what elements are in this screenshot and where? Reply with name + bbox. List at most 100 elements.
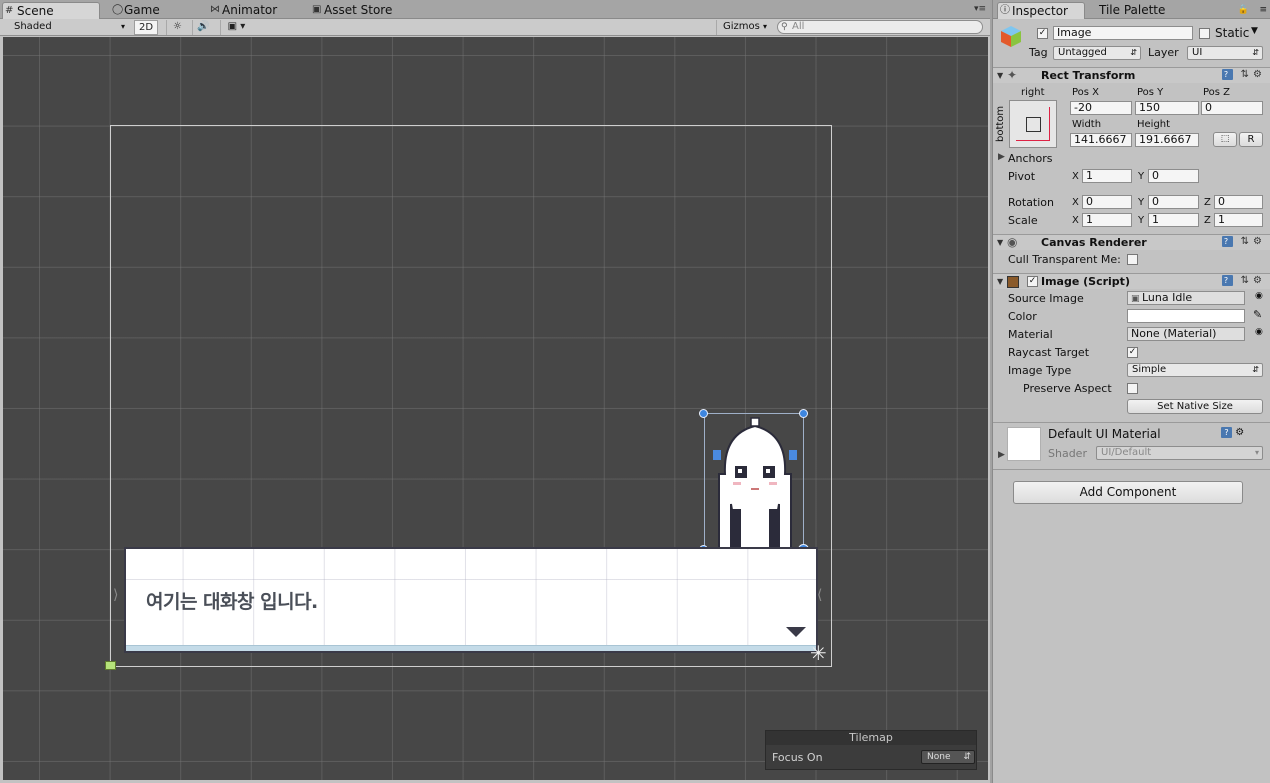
selected-image-rect[interactable] <box>704 413 804 552</box>
help-icon[interactable]: ? <box>1222 275 1234 286</box>
anchors-foldout-icon[interactable]: ▶ <box>998 152 1005 162</box>
add-component-label: Add Component <box>1079 485 1177 499</box>
tab-inspector[interactable]: ⓘ Inspector <box>997 2 1085 19</box>
material-foldout-icon[interactable]: ▶ <box>998 450 1005 460</box>
static-checkbox[interactable] <box>1199 28 1210 39</box>
anchor-presets-button[interactable] <box>1009 100 1057 148</box>
mode-2d-button[interactable]: 2D <box>134 20 158 35</box>
scale-x-value: 1 <box>1086 213 1093 226</box>
panel-menu-icon[interactable]: ≡ <box>1259 5 1267 15</box>
tab-tile-palette[interactable]: Tile Palette <box>1085 2 1175 19</box>
preset-icon[interactable]: ⇅ <box>1241 275 1253 286</box>
gizmos-label: Gizmos <box>723 21 760 32</box>
height-field[interactable]: 191.6667 <box>1135 133 1199 147</box>
animator-icon: ⋈ <box>210 4 220 15</box>
gear-icon[interactable]: ⚙ <box>1253 275 1266 286</box>
dialog-box[interactable]: 여기는 대화창 입니다. <box>124 547 818 653</box>
preset-icon[interactable]: ⇅ <box>1241 236 1253 247</box>
scene-toolbar: Shaded ▾ 2D ☼ 🔊 ▣ ▾ Gizmos ▾ ⚲ All <box>0 19 990 36</box>
raw-edit-button[interactable]: R <box>1239 132 1263 147</box>
image-script-header[interactable]: ▼ ✓ Image (Script) ? ⇅⚙ <box>993 273 1270 289</box>
rotation-z-field[interactable]: 0 <box>1214 195 1263 209</box>
object-picker-icon[interactable]: ◉ <box>1255 291 1263 301</box>
static-dropdown-icon[interactable]: ▼ <box>1251 26 1258 36</box>
lock-icon[interactable]: 🔒 <box>1238 5 1249 15</box>
gizmos-dropdown[interactable]: Gizmos ▾ <box>716 20 770 35</box>
scale-z-field[interactable]: 1 <box>1214 213 1263 227</box>
tag-label: Tag <box>1029 46 1048 59</box>
pos-x-value: -20 <box>1074 101 1092 114</box>
panel-menu-icon[interactable]: ▾≡ <box>974 4 986 14</box>
canvas-renderer-title: Canvas Renderer <box>1041 236 1147 249</box>
source-image-field[interactable]: ▣ Luna Idle <box>1127 291 1245 305</box>
dialog-text: 여기는 대화창 입니다. <box>146 591 318 613</box>
rotation-y-field[interactable]: 0 <box>1148 195 1199 209</box>
gear-icon[interactable]: ⚙ <box>1235 427 1244 438</box>
image-type-dropdown[interactable]: Simple ⇵ <box>1127 363 1263 377</box>
component-actions[interactable]: ? ⇅⚙ <box>1222 275 1266 286</box>
updown-arrow-icon: ⇵ <box>1252 48 1259 57</box>
pivot-icon[interactable]: ✳ <box>810 643 827 663</box>
color-field[interactable] <box>1127 309 1245 323</box>
layer-dropdown[interactable]: UI ⇵ <box>1187 46 1263 60</box>
object-picker-icon[interactable]: ◉ <box>1255 327 1263 337</box>
pivot-x-field[interactable]: 1 <box>1082 169 1132 183</box>
sun-icon: ☼ <box>173 21 182 32</box>
effects-dropdown[interactable]: ▣ ▾ <box>220 20 252 35</box>
shader-dropdown[interactable]: UI/Default ▾ <box>1096 446 1263 460</box>
lighting-toggle[interactable]: ☼ <box>166 20 188 35</box>
tab-animator[interactable]: ⋈ Animator <box>208 2 298 19</box>
shading-mode-dropdown[interactable]: Shaded ▾ <box>8 20 128 35</box>
cull-transparent-checkbox[interactable] <box>1127 254 1138 265</box>
component-actions[interactable]: ? ⇅⚙ <box>1222 69 1266 80</box>
blueprint-mode-button[interactable]: ⬚ <box>1213 132 1237 147</box>
gear-icon[interactable]: ⚙ <box>1253 69 1266 80</box>
tab-scene[interactable]: # Scene <box>2 2 100 19</box>
collapse-triangle-icon[interactable]: ▼ <box>997 71 1003 80</box>
rect-transform-header[interactable]: ▼ ✦ Rect Transform ? ⇅⚙ <box>993 67 1270 83</box>
preserve-aspect-checkbox[interactable] <box>1127 383 1138 394</box>
tab-game[interactable]: ◯ Game <box>110 2 190 19</box>
eyedropper-icon[interactable]: ✎ <box>1253 308 1262 321</box>
resize-handle-tr[interactable] <box>799 409 808 418</box>
shader-label: Shader <box>1048 447 1087 460</box>
pivot-y-axis-label: Y <box>1138 171 1145 182</box>
focus-on-dropdown[interactable]: None ⇵ <box>921 750 975 764</box>
resize-handle-tl[interactable] <box>699 409 708 418</box>
pos-x-field[interactable]: -20 <box>1070 101 1132 115</box>
scene-search-input[interactable]: ⚲ All <box>777 20 983 34</box>
pos-z-field[interactable]: 0 <box>1201 101 1263 115</box>
layer-label: Layer <box>1148 46 1179 59</box>
audio-toggle[interactable]: 🔊 <box>192 20 214 35</box>
add-component-button[interactable]: Add Component <box>1013 481 1243 504</box>
collapse-triangle-icon[interactable]: ▼ <box>997 277 1003 286</box>
width-field[interactable]: 141.6667 <box>1070 133 1132 147</box>
help-icon[interactable]: ? <box>1222 236 1234 247</box>
gear-icon[interactable]: ⚙ <box>1253 236 1266 247</box>
material-actions[interactable]: ? ⚙ <box>1221 427 1244 438</box>
tab-asset-store[interactable]: ▣ Asset Store <box>310 2 410 19</box>
scale-y-field[interactable]: 1 <box>1148 213 1199 227</box>
help-icon[interactable]: ? <box>1221 427 1232 438</box>
rotation-x-field[interactable]: 0 <box>1082 195 1132 209</box>
canvas-renderer-header[interactable]: ▼ ◉ Canvas Renderer ? ⇅⚙ <box>993 234 1270 250</box>
scale-x-field[interactable]: 1 <box>1082 213 1132 227</box>
active-checkbox[interactable]: ✓ <box>1037 28 1048 39</box>
object-name-field[interactable]: Image <box>1053 26 1193 40</box>
tag-dropdown[interactable]: Untagged ⇵ <box>1053 46 1141 60</box>
anchors-label[interactable]: Anchors <box>1008 152 1053 165</box>
image-enabled-checkbox[interactable]: ✓ <box>1027 276 1038 287</box>
object-name-value: Image <box>1057 26 1092 39</box>
scene-viewport[interactable]: 여기는 대화창 입니다. ⟩ ⟨ ✳ Tilemap Focus On None… <box>3 37 988 780</box>
static-label: Static <box>1215 26 1250 40</box>
preset-icon[interactable]: ⇅ <box>1241 69 1253 80</box>
pos-y-field[interactable]: 150 <box>1135 101 1199 115</box>
component-actions[interactable]: ? ⇅⚙ <box>1222 236 1266 247</box>
set-native-size-button[interactable]: Set Native Size <box>1127 399 1263 414</box>
pos-z-value: 0 <box>1205 101 1212 114</box>
raycast-target-checkbox[interactable]: ✓ <box>1127 347 1138 358</box>
material-field[interactable]: None (Material) <box>1127 327 1245 341</box>
help-icon[interactable]: ? <box>1222 69 1234 80</box>
pivot-y-field[interactable]: 0 <box>1148 169 1199 183</box>
collapse-triangle-icon[interactable]: ▼ <box>997 238 1003 247</box>
